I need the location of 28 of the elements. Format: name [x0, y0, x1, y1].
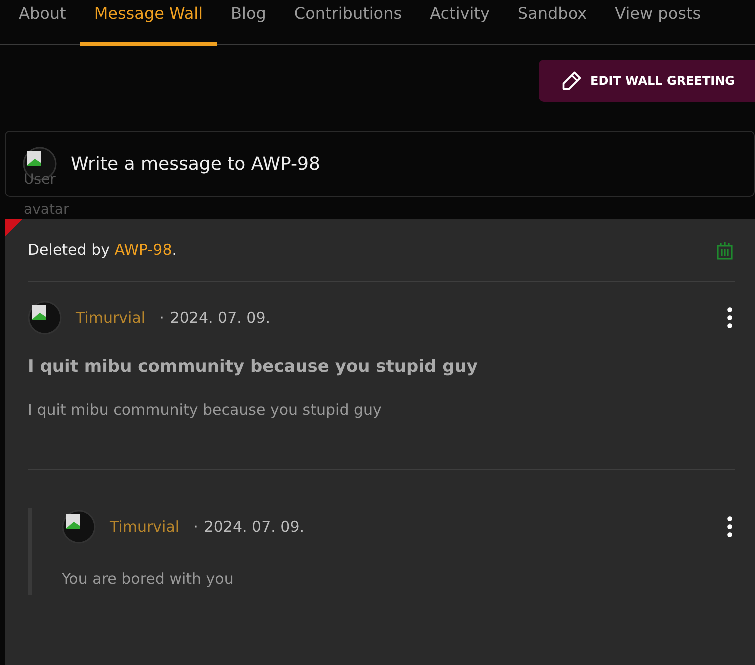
pencil-icon [560, 70, 583, 92]
post-date: 2024. 07. 09. [170, 309, 271, 327]
author-link[interactable]: Timurvial [76, 309, 146, 327]
separator-dot: · [160, 309, 164, 327]
avatar-alt-text: User [24, 172, 56, 188]
more-options-icon[interactable] [727, 307, 733, 329]
tab[interactable]: Contributions [280, 0, 416, 46]
tab[interactable]: Sandbox [504, 0, 602, 46]
post-body: I quit mibu community because you stupid guy [28, 401, 383, 419]
deleted-notice: Deleted by AWP-98. [28, 241, 178, 259]
composer-placeholder: Write a message to AWP-98 [71, 154, 320, 174]
tab[interactable]: View posts [601, 0, 716, 46]
separator-dot: · [194, 518, 198, 536]
reply-body: You are bored with you [62, 570, 235, 588]
avatar-icon [62, 510, 96, 544]
tab[interactable]: Blog [217, 0, 280, 46]
avatar-alt-text: avatar [24, 202, 70, 218]
edit-wall-greeting-button[interactable]: EDIT WALL GREETING [538, 60, 755, 102]
tab[interactable]: Activity [416, 0, 504, 46]
avatar-icon [28, 301, 62, 335]
post-title: I quit mibu community because you stupid guy [28, 357, 479, 377]
tab[interactable]: Message Wall [80, 0, 218, 46]
restore-icon[interactable] [715, 240, 735, 260]
reply-date: 2024. 07. 09. [204, 518, 305, 536]
deleted-corner-flag [5, 219, 23, 237]
tab[interactable]: About [5, 0, 80, 46]
more-options-icon[interactable] [727, 516, 733, 538]
author-link[interactable]: Timurvial [110, 518, 180, 536]
